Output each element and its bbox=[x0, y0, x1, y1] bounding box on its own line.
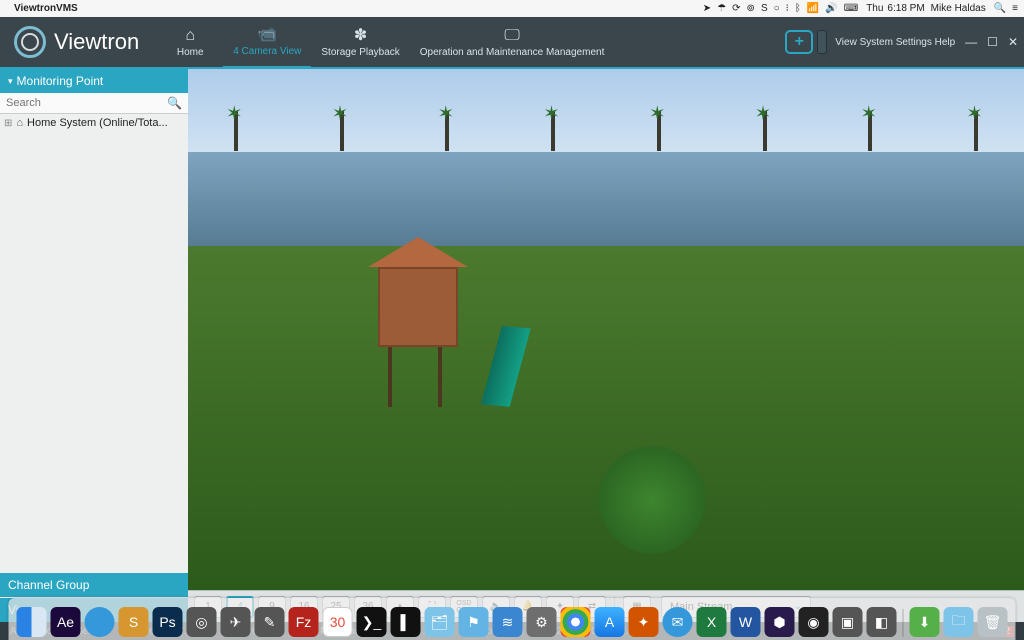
dock-app1[interactable]: ✈ bbox=[221, 607, 251, 637]
mac-menubar: ViewtronVMS ➤ ☂ ⟳ ⊚ S ○ ⁝ ᛒ 📶 🔊 ⌨ Thu 6:… bbox=[0, 0, 1024, 17]
dock-vscode[interactable]: ≋ bbox=[493, 607, 523, 637]
mac-day: Thu bbox=[866, 3, 883, 14]
menu-icon[interactable]: ≡ bbox=[1012, 3, 1018, 14]
mac-time: 6:18 PM bbox=[887, 3, 924, 14]
dock-word[interactable]: W bbox=[731, 607, 761, 637]
mac-app-name[interactable]: ViewtronVMS bbox=[14, 3, 78, 14]
add-tab-button[interactable]: + bbox=[785, 30, 813, 54]
spotlight-icon[interactable]: 🔍 bbox=[994, 3, 1006, 14]
tab-storage-playback[interactable]: ✽ Storage Playback bbox=[311, 17, 409, 67]
sidebar-title-label: Monitoring Point bbox=[17, 74, 104, 88]
dock-app-blue[interactable] bbox=[85, 607, 115, 637]
search-input[interactable] bbox=[0, 93, 161, 113]
tab-label: 4 Camera View bbox=[233, 46, 301, 57]
dock-folder[interactable]: 🗂 bbox=[425, 607, 455, 637]
close-button[interactable]: ✕ bbox=[1008, 35, 1018, 49]
dock-downloads[interactable]: ⬇ bbox=[910, 607, 940, 637]
mac-user[interactable]: Mike Haldas bbox=[931, 3, 986, 14]
bluetooth-icon[interactable]: ᛒ bbox=[795, 3, 801, 14]
dock-trash[interactable]: 🗑 bbox=[978, 607, 1008, 637]
camera-icon: 📹 bbox=[257, 26, 277, 44]
tab-label: Operation and Maintenance Management bbox=[420, 47, 605, 58]
content-area: 1 4 9 16 25 36 ▲ ⛶ OSDON 🔈 🔔 ✦ ⇄ ▦ Main … bbox=[188, 69, 1024, 622]
dock-downloads2[interactable]: 🗀 bbox=[944, 607, 974, 637]
location-icon[interactable]: ➤ bbox=[703, 3, 711, 14]
dock-settings[interactable]: ⚙ bbox=[527, 607, 557, 637]
dock-obs[interactable]: ◉ bbox=[799, 607, 829, 637]
sidebar-title: ▾ Monitoring Point bbox=[0, 69, 188, 93]
circle-icon[interactable]: ○ bbox=[774, 3, 780, 14]
dock-app3[interactable]: ✦ bbox=[629, 607, 659, 637]
sidebar-channel-group[interactable]: Channel Group bbox=[0, 573, 188, 597]
dock-adobe[interactable]: ⬢ bbox=[765, 607, 795, 637]
expand-icon[interactable]: ⊞ bbox=[4, 118, 12, 129]
app-logo: Viewtron bbox=[0, 17, 157, 67]
toolbar-collapse-button[interactable] bbox=[817, 30, 827, 54]
dock-calendar[interactable]: 30 bbox=[323, 607, 353, 637]
mac-dock: Ae S Ps ◎ ✈ ✎ Fz 30 ❯_ ▌ 🗂 ⚑ ≋ ⚙ A ✦ ✉ X… bbox=[9, 598, 1016, 640]
brand-name: Viewtron bbox=[54, 29, 139, 55]
nav-tabs: ⌂ Home 📹 4 Camera View ✽ Storage Playbac… bbox=[157, 17, 614, 67]
film-reel-icon: ✽ bbox=[354, 27, 367, 45]
device-tree: ⊞ ⌂ Home System (Online/Tota... bbox=[0, 114, 188, 572]
dock-flag[interactable]: ⚑ bbox=[459, 607, 489, 637]
umbrella-icon[interactable]: ☂ bbox=[717, 3, 726, 14]
dock-grey1[interactable]: ▣ bbox=[833, 607, 863, 637]
toolbar-right: + bbox=[785, 17, 835, 67]
device-icon: ⌂ bbox=[16, 117, 23, 129]
wireless-icon[interactable]: ⊚ bbox=[747, 3, 755, 14]
dock-drive[interactable]: ◎ bbox=[187, 607, 217, 637]
sidebar: ▾ Monitoring Point 🔍 ⊞ ⌂ Home System (On… bbox=[0, 69, 188, 622]
dock-chrome[interactable] bbox=[561, 607, 591, 637]
chevron-down-icon[interactable]: ▾ bbox=[8, 76, 13, 87]
wifi-icon[interactable]: 📶 bbox=[807, 3, 819, 14]
dock-snagit[interactable]: S bbox=[119, 607, 149, 637]
dock-filezilla[interactable]: Fz bbox=[289, 607, 319, 637]
camera-view[interactable] bbox=[188, 69, 1024, 590]
dock-terminal2[interactable]: ▌ bbox=[391, 607, 421, 637]
settings-help-link[interactable]: View System Settings Help bbox=[835, 37, 955, 48]
dock-app2[interactable]: ✎ bbox=[255, 607, 285, 637]
dock-app4[interactable]: ✉ bbox=[663, 607, 693, 637]
tab-label: Storage Playback bbox=[321, 47, 399, 58]
sync-icon[interactable]: ⟳ bbox=[732, 3, 740, 14]
dots-icon[interactable]: ⁝ bbox=[786, 3, 789, 14]
tab-4-camera-view[interactable]: 📹 4 Camera View bbox=[223, 17, 311, 69]
s-icon[interactable]: S bbox=[761, 3, 768, 14]
tab-home[interactable]: ⌂ Home bbox=[157, 17, 223, 67]
home-icon: ⌂ bbox=[185, 27, 195, 45]
minimize-button[interactable]: — bbox=[965, 35, 977, 49]
app-toolbar: Viewtron ⌂ Home 📹 4 Camera View ✽ Storag… bbox=[0, 17, 1024, 69]
search-icon[interactable]: 🔍 bbox=[161, 96, 188, 110]
dock-photoshop[interactable]: Ps bbox=[153, 607, 183, 637]
logo-ring-icon bbox=[14, 26, 46, 58]
tab-label: Home bbox=[177, 47, 204, 58]
dock-appstore[interactable]: A bbox=[595, 607, 625, 637]
dock-terminal[interactable]: ❯_ bbox=[357, 607, 387, 637]
maximize-button[interactable]: ☐ bbox=[987, 35, 998, 49]
tree-item-home-system[interactable]: ⊞ ⌂ Home System (Online/Tota... bbox=[0, 114, 188, 132]
app-main: ▾ Monitoring Point 🔍 ⊞ ⌂ Home System (On… bbox=[0, 69, 1024, 622]
volume-icon[interactable]: 🔊 bbox=[825, 3, 837, 14]
mac-status-icons: ➤ ☂ ⟳ ⊚ S ○ ⁝ ᛒ 📶 🔊 ⌨ bbox=[703, 3, 858, 14]
dock-separator bbox=[903, 609, 904, 637]
monitor-icon: 🖵 bbox=[504, 27, 519, 45]
search-row: 🔍 bbox=[0, 93, 188, 114]
tree-item-label: Home System (Online/Tota... bbox=[27, 117, 168, 129]
keyboard-icon[interactable]: ⌨ bbox=[844, 3, 858, 14]
dock-after-effects[interactable]: Ae bbox=[51, 607, 81, 637]
tab-operation-maintenance[interactable]: 🖵 Operation and Maintenance Management bbox=[410, 17, 615, 67]
dock-grey2[interactable]: ◧ bbox=[867, 607, 897, 637]
settings-row: View System Settings Help — ☐ ✕ bbox=[835, 17, 1024, 67]
dock-finder[interactable] bbox=[17, 607, 47, 637]
dock-excel[interactable]: X bbox=[697, 607, 727, 637]
